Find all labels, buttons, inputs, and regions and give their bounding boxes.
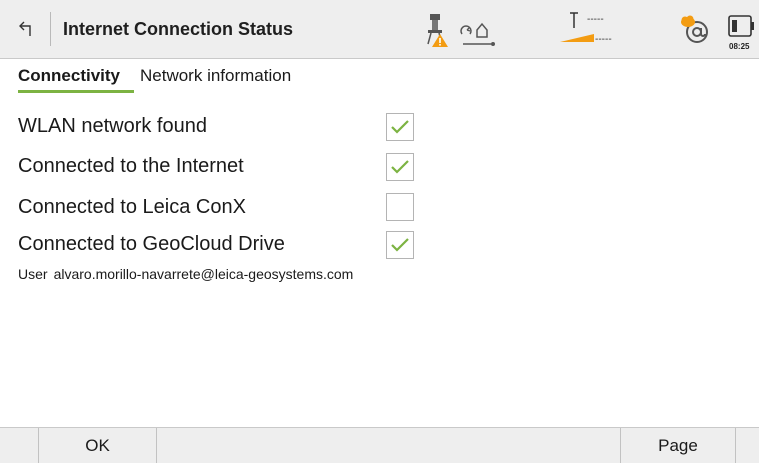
row-label-conx: Connected to Leica ConX — [18, 196, 246, 218]
ok-button[interactable]: OK — [39, 428, 156, 463]
user-label: User — [18, 266, 48, 282]
title-bar: Internet Connection Status ----- ----- 0… — [0, 0, 759, 59]
row-label-wlan: WLAN network found — [18, 115, 207, 137]
back-button[interactable] — [10, 14, 44, 44]
active-tab-indicator — [18, 90, 134, 93]
height-dashes-top: ----- — [587, 14, 604, 25]
checkmark-icon — [391, 120, 409, 134]
battery-icon[interactable] — [728, 12, 754, 40]
clock-time: 08:25 — [729, 42, 750, 51]
checkbox-conx[interactable] — [386, 193, 414, 221]
row-label-internet: Connected to the Internet — [18, 155, 244, 177]
softkey-divider — [156, 428, 157, 463]
back-arrow-icon — [19, 21, 31, 36]
page-button[interactable]: Page — [621, 428, 735, 463]
checkmark-icon — [391, 160, 409, 174]
cloud-at-icon[interactable] — [680, 14, 712, 46]
tab-connectivity[interactable]: Connectivity — [18, 66, 120, 86]
checkbox-internet[interactable] — [386, 153, 414, 181]
user-info: User alvaro.morillo-navarrete@leica-geosy… — [18, 266, 359, 282]
title-separator — [50, 12, 51, 46]
checkbox-geocloud[interactable] — [386, 231, 414, 259]
checkmark-icon — [391, 238, 409, 252]
row-label-geocloud: Connected to GeoCloud Drive — [18, 233, 285, 255]
instrument-warning-icon[interactable] — [424, 12, 450, 48]
height-status-icon[interactable]: ----- ----- — [560, 10, 624, 46]
checkbox-wlan[interactable] — [386, 113, 414, 141]
softkey-bar: OK Page — [0, 427, 759, 463]
link-home-icon[interactable] — [459, 20, 499, 48]
page-title: Internet Connection Status — [63, 19, 294, 39]
tab-network-information[interactable]: Network information — [140, 66, 291, 86]
softkey-divider — [735, 428, 736, 463]
user-email: alvaro.morillo-navarrete@leica-geosystem… — [53, 266, 354, 282]
height-dashes-bottom: ----- — [595, 34, 612, 45]
